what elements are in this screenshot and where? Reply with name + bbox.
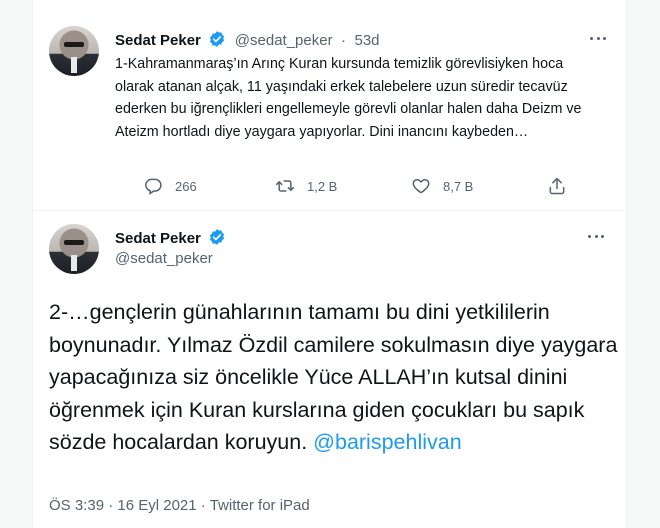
like-icon	[412, 179, 430, 194]
reply-icon	[145, 178, 162, 195]
tweet-source[interactable]: Twitter for iPad	[210, 497, 310, 514]
tweet-2-text: 2-…gençlerin günahlarının tamamı bu dini…	[49, 296, 619, 459]
retweet-icon	[275, 180, 295, 192]
avatar-shirt	[71, 57, 77, 73]
like-button[interactable]: 8,7 B	[411, 174, 473, 198]
author-handle[interactable]: @sedat_peker	[115, 250, 213, 267]
avatar-glasses	[64, 42, 84, 47]
share-button[interactable]	[547, 174, 567, 198]
tweet-1-header: Sedat Peker @sedat_peker · 53d	[115, 30, 380, 50]
mention-link[interactable]: @barispehlivan	[313, 430, 462, 454]
tweet-1[interactable]: Sedat Peker @sedat_peker · 53d 1-Kahrama…	[33, 0, 628, 211]
meta-separator: ·	[200, 497, 206, 514]
author-handle[interactable]: @sedat_peker	[235, 32, 333, 49]
avatar-glasses	[64, 240, 84, 245]
author-name[interactable]: Sedat Peker	[115, 230, 201, 247]
like-count: 8,7 B	[443, 178, 474, 194]
tweet-2-author: Sedat Peker	[115, 228, 226, 248]
header-separator: ·	[341, 32, 347, 49]
tweet-2-meta: ÖS 3:39 · 16 Eyl 2021 · Twitter for iPad	[49, 497, 310, 514]
tweet-1-text: 1-Kahramanmaraş’ın Arınç Kuran kursunda …	[115, 56, 582, 140]
tweet-time[interactable]: ÖS 3:39	[49, 497, 104, 514]
more-icon[interactable]	[586, 226, 606, 246]
avatar[interactable]	[49, 26, 99, 76]
author-name[interactable]: Sedat Peker	[115, 32, 201, 49]
tweet-time[interactable]: 53d	[355, 32, 380, 49]
verified-badge-icon	[210, 31, 225, 47]
reply-button[interactable]: 266	[143, 174, 197, 198]
meta-separator: ·	[108, 497, 114, 514]
more-icon[interactable]	[588, 28, 608, 48]
tweet-1-actions: 266 1,2 B 8,7 B	[115, 174, 565, 198]
tweet-thread: Sedat Peker @sedat_peker · 53d 1-Kahrama…	[32, 0, 628, 528]
retweet-button[interactable]: 1,2 B	[275, 174, 337, 198]
avatar[interactable]	[49, 224, 99, 274]
tweet-date[interactable]: 16 Eyl 2021	[117, 497, 196, 514]
reply-count: 266	[175, 178, 197, 194]
retweet-count: 1,2 B	[307, 178, 338, 194]
avatar-shirt	[71, 255, 77, 271]
share-icon	[549, 177, 565, 195]
verified-badge-icon	[210, 229, 225, 245]
